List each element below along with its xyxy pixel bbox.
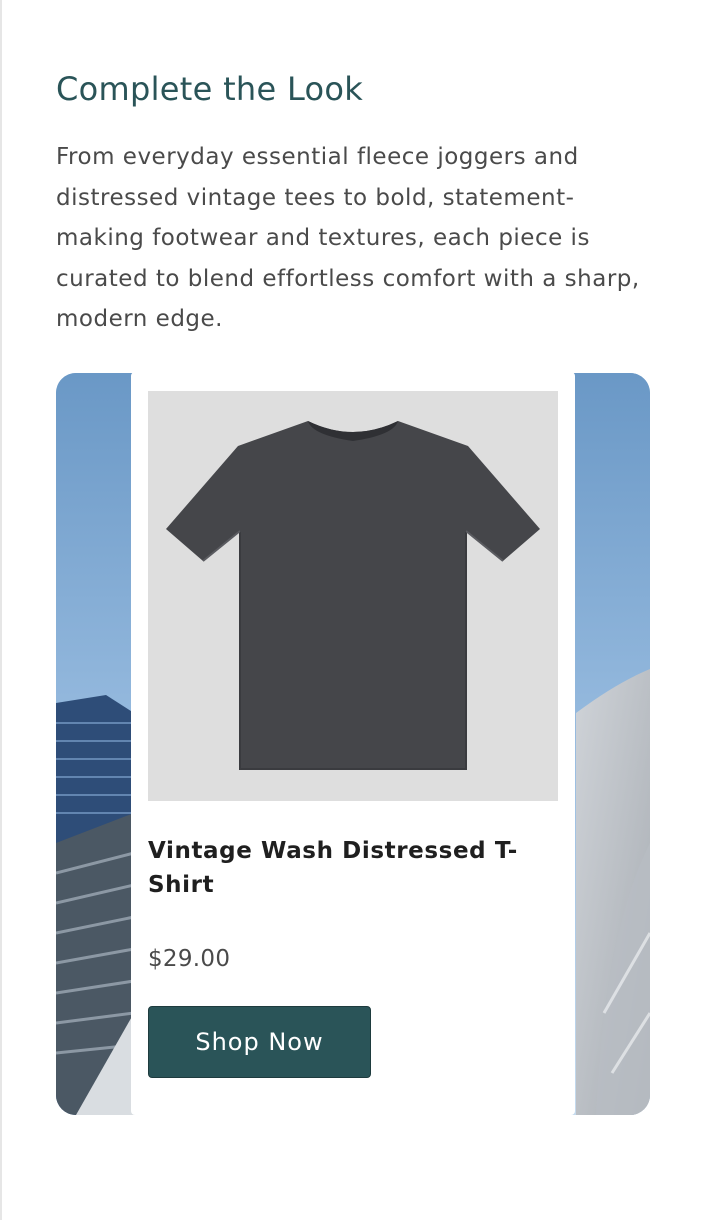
t-shirt-illustration [148, 391, 558, 801]
page-left-border [0, 0, 2, 1220]
product-image[interactable] [148, 391, 558, 801]
shop-now-button[interactable]: Shop Now [148, 1006, 371, 1078]
product-title[interactable]: Vintage Wash Distressed T-Shirt [148, 834, 548, 902]
product-card[interactable]: Vintage Wash Distressed T-Shirt $29.00 S… [131, 372, 575, 1115]
section-description: From everyday essential fleece joggers a… [56, 144, 640, 332]
section-heading: Complete the Look [56, 70, 364, 108]
product-price: $29.00 [148, 946, 231, 972]
